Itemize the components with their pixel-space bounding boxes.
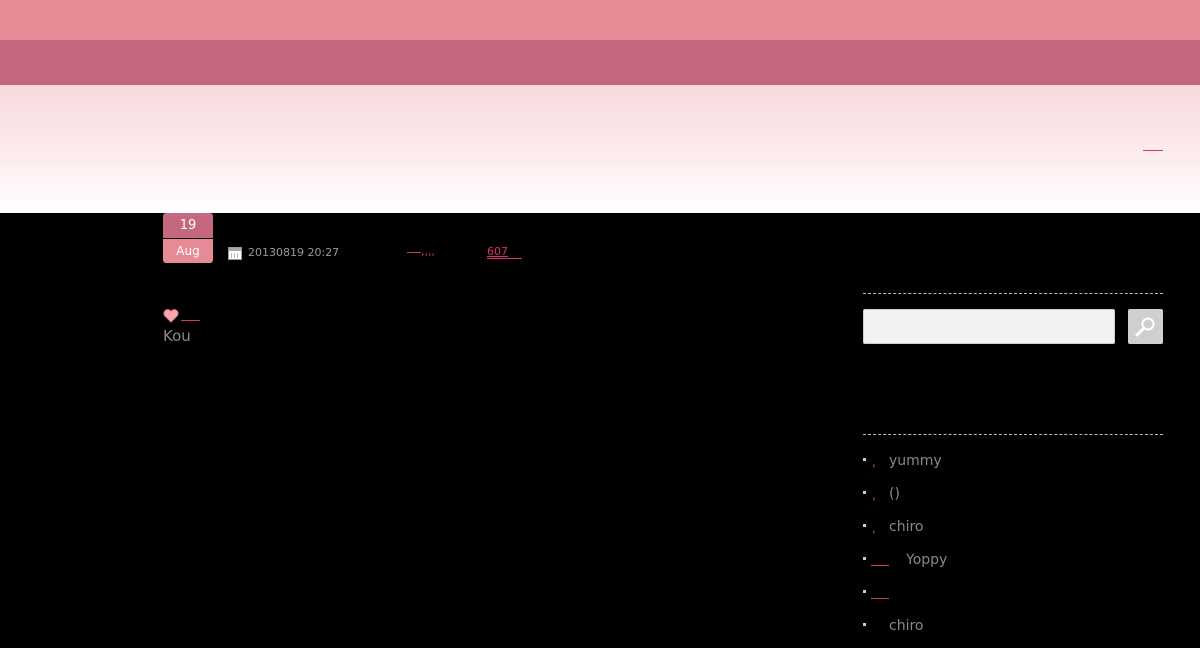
top-bar bbox=[0, 0, 1200, 40]
author-link[interactable] bbox=[181, 320, 200, 321]
bullet bbox=[863, 590, 866, 593]
search-button[interactable] bbox=[1128, 309, 1163, 344]
comment-author: chiro bbox=[889, 618, 924, 634]
comment-link[interactable] bbox=[871, 565, 889, 566]
site-header bbox=[0, 85, 1200, 213]
comment-author: yummy bbox=[889, 453, 942, 469]
recent-comments-list: , yummy , () , chiro Yoppy chiro bbox=[863, 450, 1163, 648]
list-item: Yoppy bbox=[863, 549, 1163, 582]
sidebar-divider bbox=[863, 434, 1163, 435]
bullet bbox=[863, 623, 866, 626]
list-item: , yummy bbox=[863, 450, 1163, 483]
bullet bbox=[863, 557, 866, 560]
nav-bar bbox=[0, 40, 1200, 85]
list-item: chiro bbox=[863, 615, 1163, 648]
comments-count-link[interactable]: 607 bbox=[487, 246, 522, 259]
bullet bbox=[863, 524, 866, 527]
comment-link[interactable]: , bbox=[872, 521, 876, 535]
list-item: , chiro bbox=[863, 516, 1163, 549]
category-link[interactable] bbox=[407, 251, 421, 253]
category-links[interactable]: ,,,, bbox=[407, 245, 435, 258]
post-month: Aug bbox=[163, 239, 213, 263]
bullet bbox=[863, 491, 866, 494]
bullet bbox=[863, 458, 866, 461]
comment-link[interactable] bbox=[871, 598, 889, 599]
comment-link[interactable]: , bbox=[872, 488, 876, 502]
category-separators: ,,,, bbox=[421, 245, 435, 258]
heart-icon bbox=[163, 309, 179, 323]
list-item bbox=[863, 582, 1163, 615]
comment-author: Yoppy bbox=[906, 552, 948, 568]
post-day: 19 bbox=[163, 213, 213, 238]
list-item: , () bbox=[863, 483, 1163, 516]
post-datetime: 20130819 20:27 bbox=[248, 246, 340, 259]
calendar-icon bbox=[228, 247, 242, 260]
author-name: Kou bbox=[163, 327, 191, 345]
comment-author: () bbox=[889, 486, 900, 502]
comment-author: chiro bbox=[889, 519, 924, 535]
sidebar-divider bbox=[863, 293, 1163, 294]
comment-link[interactable]: , bbox=[872, 455, 876, 469]
search-input[interactable] bbox=[863, 309, 1115, 344]
post-date-badge: 19 Aug bbox=[163, 213, 213, 263]
header-link[interactable] bbox=[1143, 140, 1163, 151]
search-icon bbox=[1135, 317, 1155, 337]
